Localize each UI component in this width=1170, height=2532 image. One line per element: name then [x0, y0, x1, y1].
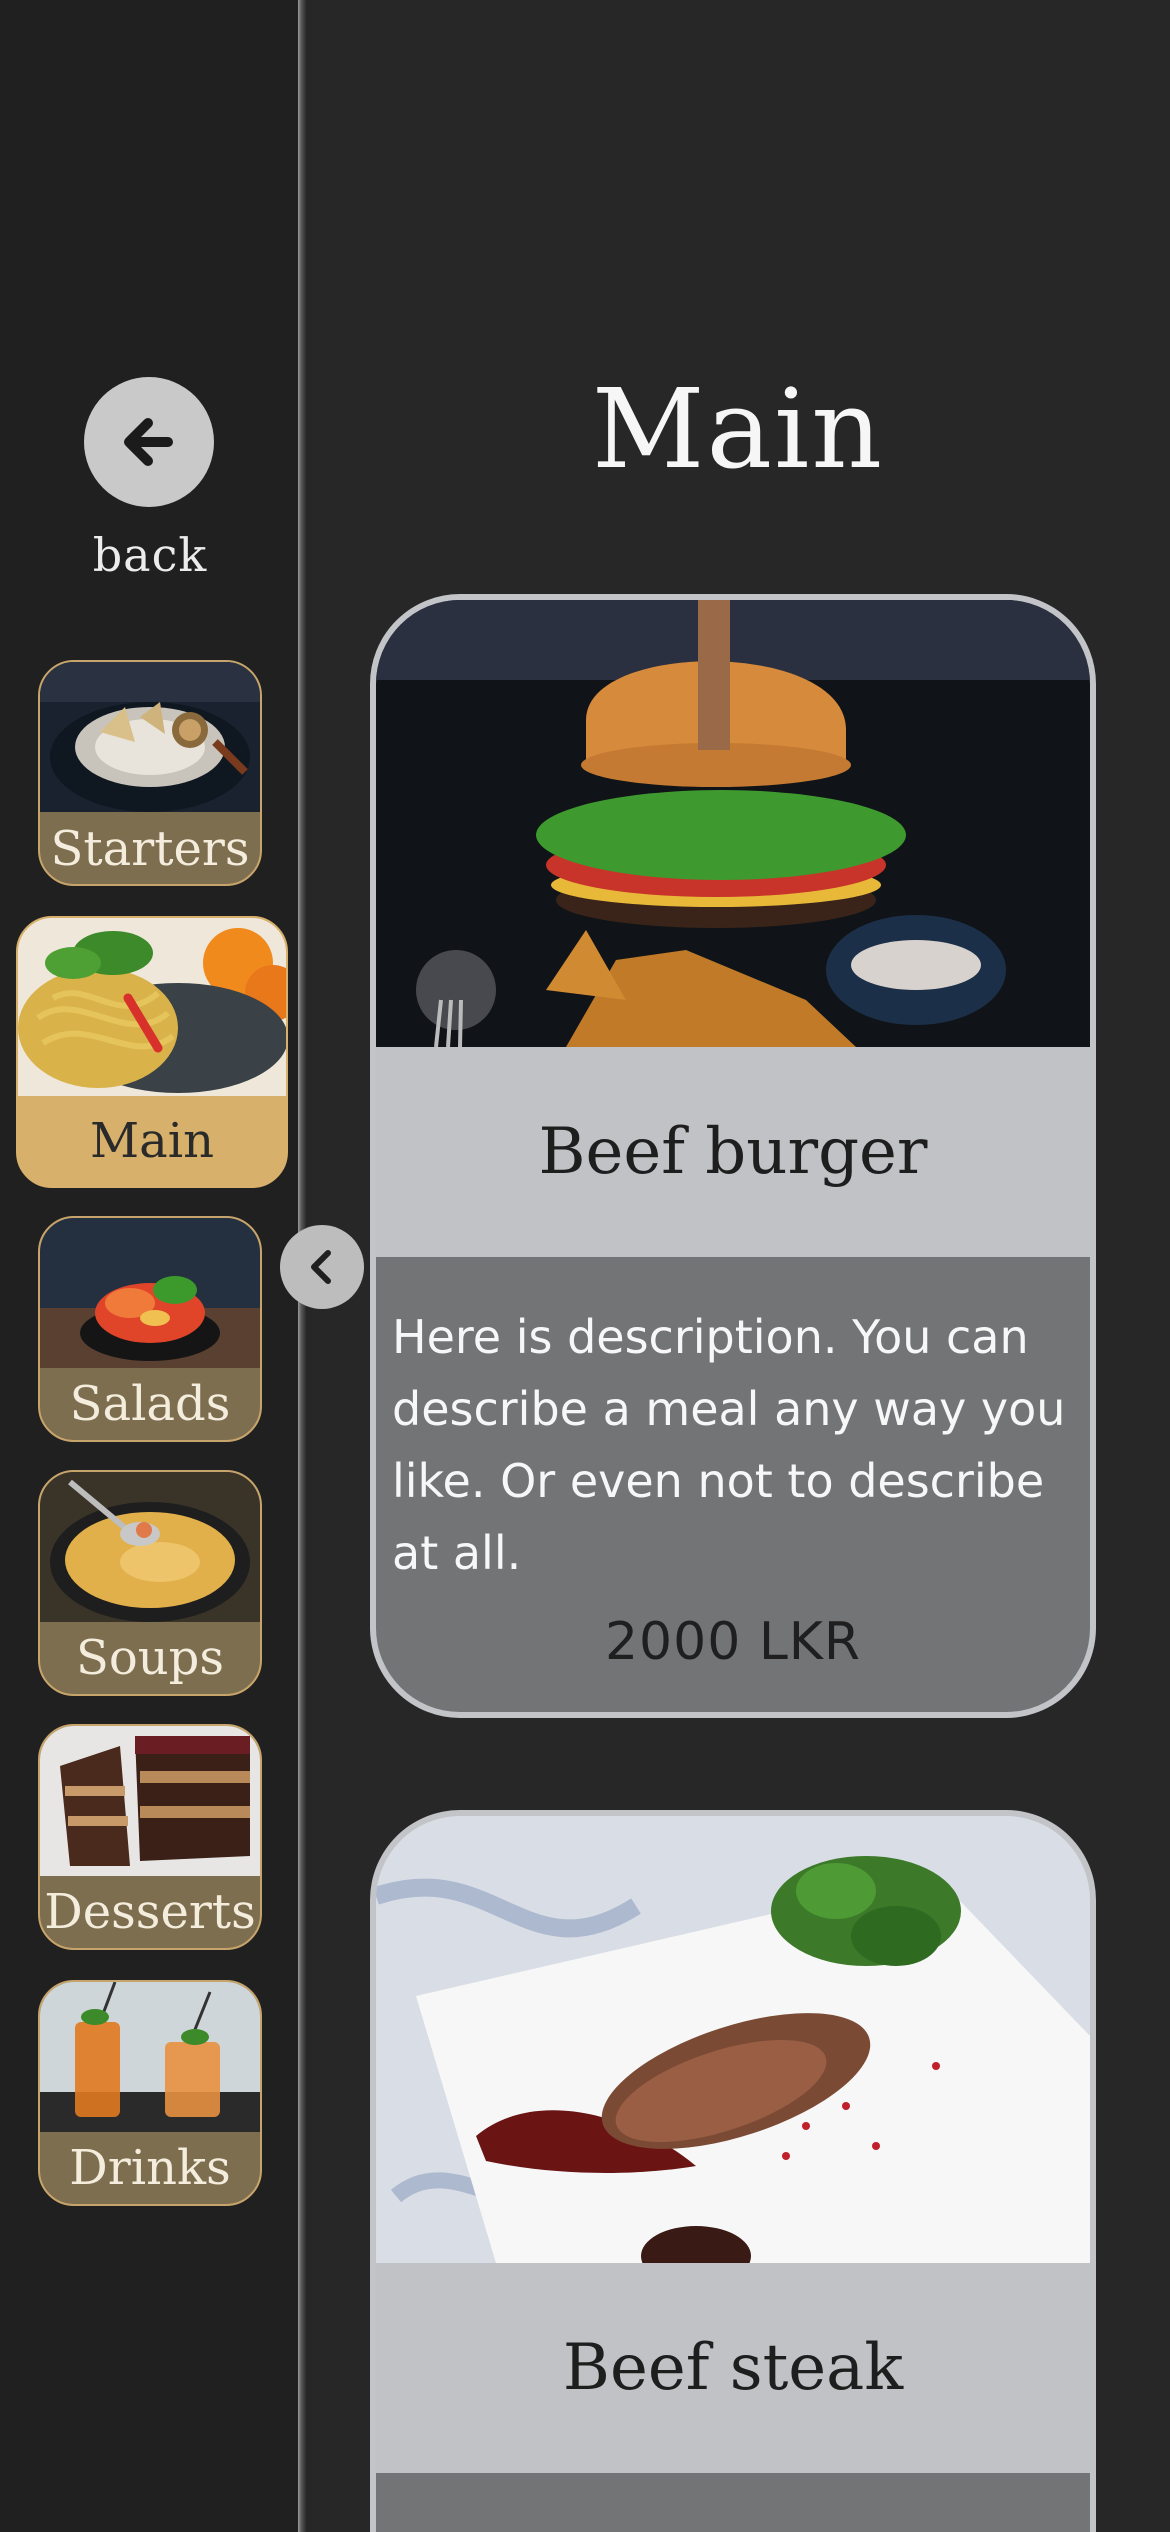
- menu-item-card[interactable]: Beef burger Here is description. You can…: [370, 594, 1096, 1718]
- beef-burger-image: [376, 600, 1090, 1047]
- collapse-sidebar-button[interactable]: [280, 1225, 364, 1309]
- category-desserts[interactable]: Desserts: [38, 1724, 262, 1950]
- main-thumbnail: [18, 918, 286, 1096]
- category-soups[interactable]: Soups: [38, 1470, 262, 1696]
- drinks-thumbnail: [40, 1982, 260, 2132]
- salads-thumbnail: [40, 1218, 260, 1368]
- menu-item-description: Here is description. You can describe a …: [392, 1310, 1066, 1580]
- menu-app: back Starters Main Salads Soups Desserts…: [0, 0, 1170, 2532]
- arrow-left-icon: [124, 418, 173, 466]
- back-button[interactable]: [84, 377, 214, 507]
- category-label: Drinks: [69, 2140, 231, 2196]
- beef-steak-image: [376, 1816, 1090, 2263]
- category-salads[interactable]: Salads: [38, 1216, 262, 1442]
- category-label: Main: [89, 1113, 215, 1169]
- page-title: Main: [591, 365, 885, 493]
- menu-item-price: 2000 LKR: [604, 1612, 862, 1672]
- starters-thumbnail: [40, 662, 260, 812]
- category-starters[interactable]: Starters: [38, 660, 262, 886]
- menu-item-name: Beef steak: [562, 2331, 904, 2405]
- menu-item-details: Here is description. You can describe a …: [376, 1257, 1090, 1712]
- menu-item-name: Beef burger: [538, 1115, 928, 1189]
- desserts-thumbnail: [40, 1726, 260, 1876]
- category-main[interactable]: Main: [16, 916, 288, 1188]
- category-label: Desserts: [44, 1884, 256, 1940]
- category-drinks[interactable]: Drinks: [38, 1980, 262, 2206]
- soups-thumbnail: [40, 1472, 260, 1622]
- category-label: Starters: [50, 821, 250, 877]
- menu-item-card[interactable]: Beef steak: [370, 1810, 1096, 2532]
- back-label[interactable]: back: [40, 528, 260, 582]
- category-label: Salads: [69, 1376, 231, 1432]
- menu-item-details: [376, 2473, 1090, 2532]
- chevron-left-icon: [311, 1250, 331, 1284]
- category-label: Soups: [75, 1630, 225, 1686]
